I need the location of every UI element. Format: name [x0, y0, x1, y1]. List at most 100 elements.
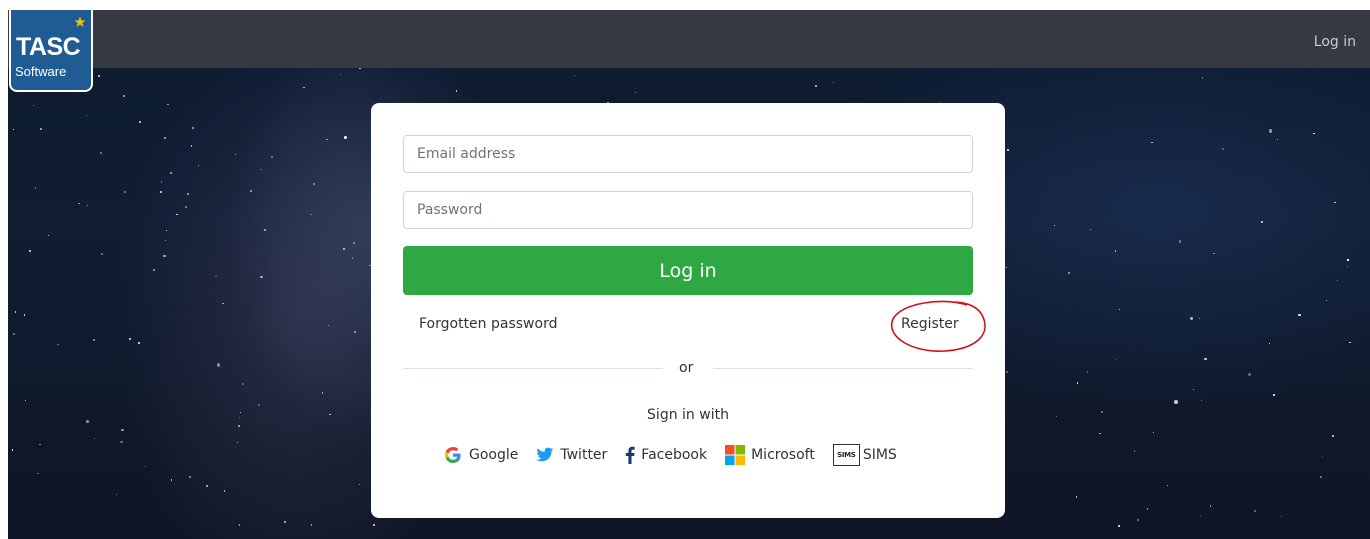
star-dot	[57, 343, 59, 346]
star-dot	[340, 73, 342, 75]
star-dot	[36, 472, 39, 475]
star-dot	[86, 205, 88, 207]
star-dot	[1346, 266, 1349, 268]
star-dot	[1166, 484, 1168, 486]
star-dot	[1075, 496, 1078, 498]
star-dot	[13, 333, 15, 335]
star-dot	[1247, 372, 1252, 377]
navbar-login-link[interactable]: Log in	[1314, 34, 1356, 50]
google-signin-button[interactable]: Google	[443, 445, 518, 465]
star-dot	[1204, 357, 1207, 361]
star-dot	[190, 145, 193, 148]
microsoft-icon	[725, 445, 746, 465]
star-dot	[138, 120, 142, 123]
star-dot	[1347, 259, 1349, 261]
star-dot	[1200, 399, 1203, 402]
star-dot	[1173, 400, 1178, 404]
twitter-label: Twitter	[560, 447, 608, 463]
star-dot	[1213, 252, 1216, 255]
star-dot	[1099, 432, 1101, 434]
tasc-logo[interactable]: TASC Software	[9, 10, 93, 92]
star-dot	[1076, 382, 1078, 384]
star-dot	[1280, 516, 1282, 518]
star-dot	[32, 105, 34, 107]
star-dot	[1349, 341, 1351, 344]
login-card: Log in Forgotten password Register or Si…	[371, 103, 1005, 518]
star-dot	[1136, 518, 1139, 521]
star-dot	[310, 213, 312, 216]
star-dot	[455, 90, 458, 92]
star-dot	[98, 75, 100, 77]
star-dot	[186, 192, 189, 195]
star-dot	[170, 479, 173, 481]
star-dot	[260, 168, 262, 170]
star-dot	[1199, 515, 1201, 517]
star-dot	[100, 252, 103, 255]
sims-signin-button[interactable]: SIMS SIMS	[832, 444, 897, 466]
twitter-signin-button[interactable]: Twitter	[536, 447, 607, 463]
password-field[interactable]	[403, 191, 973, 229]
star-dot	[344, 135, 348, 139]
star-dot	[100, 152, 103, 154]
star-dot	[1268, 342, 1270, 344]
star-dot	[1334, 201, 1336, 203]
google-icon	[443, 445, 463, 465]
star-dot	[1055, 415, 1057, 417]
star-dot	[12, 449, 14, 451]
star-dot	[258, 403, 261, 406]
star-dot	[1261, 220, 1263, 223]
star-dot	[1277, 138, 1279, 140]
star-dot	[234, 153, 236, 156]
microsoft-signin-button[interactable]: Microsoft	[725, 445, 815, 465]
email-field[interactable]	[403, 135, 973, 173]
sign-in-with-label: Sign in with	[647, 407, 729, 423]
star-dot	[1146, 507, 1149, 510]
divider-left	[403, 368, 663, 369]
star-dot	[14, 311, 16, 313]
star-dot	[23, 314, 26, 316]
star-dot	[145, 466, 147, 468]
star-dot	[573, 74, 576, 76]
star-dot	[1118, 525, 1120, 527]
star-dot	[352, 242, 355, 245]
star-dot	[1254, 509, 1256, 512]
star-dot	[1222, 148, 1225, 150]
star-dot	[123, 95, 125, 97]
star-dot	[153, 269, 156, 272]
star-dot	[160, 181, 163, 183]
star-dot	[343, 248, 346, 251]
login-button[interactable]: Log in	[403, 246, 973, 295]
star-dot	[197, 165, 200, 167]
star-dot	[329, 413, 331, 416]
star-dot	[29, 249, 32, 253]
star-dot	[1192, 388, 1195, 391]
star-dot	[1209, 504, 1212, 507]
star-dot	[215, 276, 217, 278]
star-dot	[164, 137, 167, 140]
star-dot	[1178, 240, 1182, 244]
star-dot	[310, 524, 313, 526]
star-dot	[39, 443, 41, 446]
forgotten-password-link[interactable]: Forgotten password	[419, 316, 557, 332]
star-dot	[239, 417, 241, 419]
star-dot	[1198, 317, 1200, 319]
star-dot	[833, 81, 835, 83]
star-dot	[1332, 435, 1334, 437]
star-dot	[260, 276, 263, 279]
star-dot	[327, 324, 330, 327]
facebook-label: Facebook	[641, 447, 708, 463]
star-dot	[1153, 431, 1155, 434]
logo-subtitle: Software	[15, 64, 67, 79]
star-dot	[1101, 410, 1104, 413]
star-dot	[159, 191, 162, 194]
star-dot	[170, 172, 173, 174]
star-dot	[236, 442, 238, 444]
star-dot	[1114, 250, 1117, 252]
star-dot	[1313, 132, 1315, 134]
sims-icon: SIMS	[832, 444, 860, 466]
star-dot	[354, 331, 357, 334]
star-dot	[189, 476, 191, 478]
star-dot	[1268, 129, 1273, 134]
facebook-signin-button[interactable]: Facebook	[625, 446, 707, 464]
divider-right	[713, 368, 973, 369]
